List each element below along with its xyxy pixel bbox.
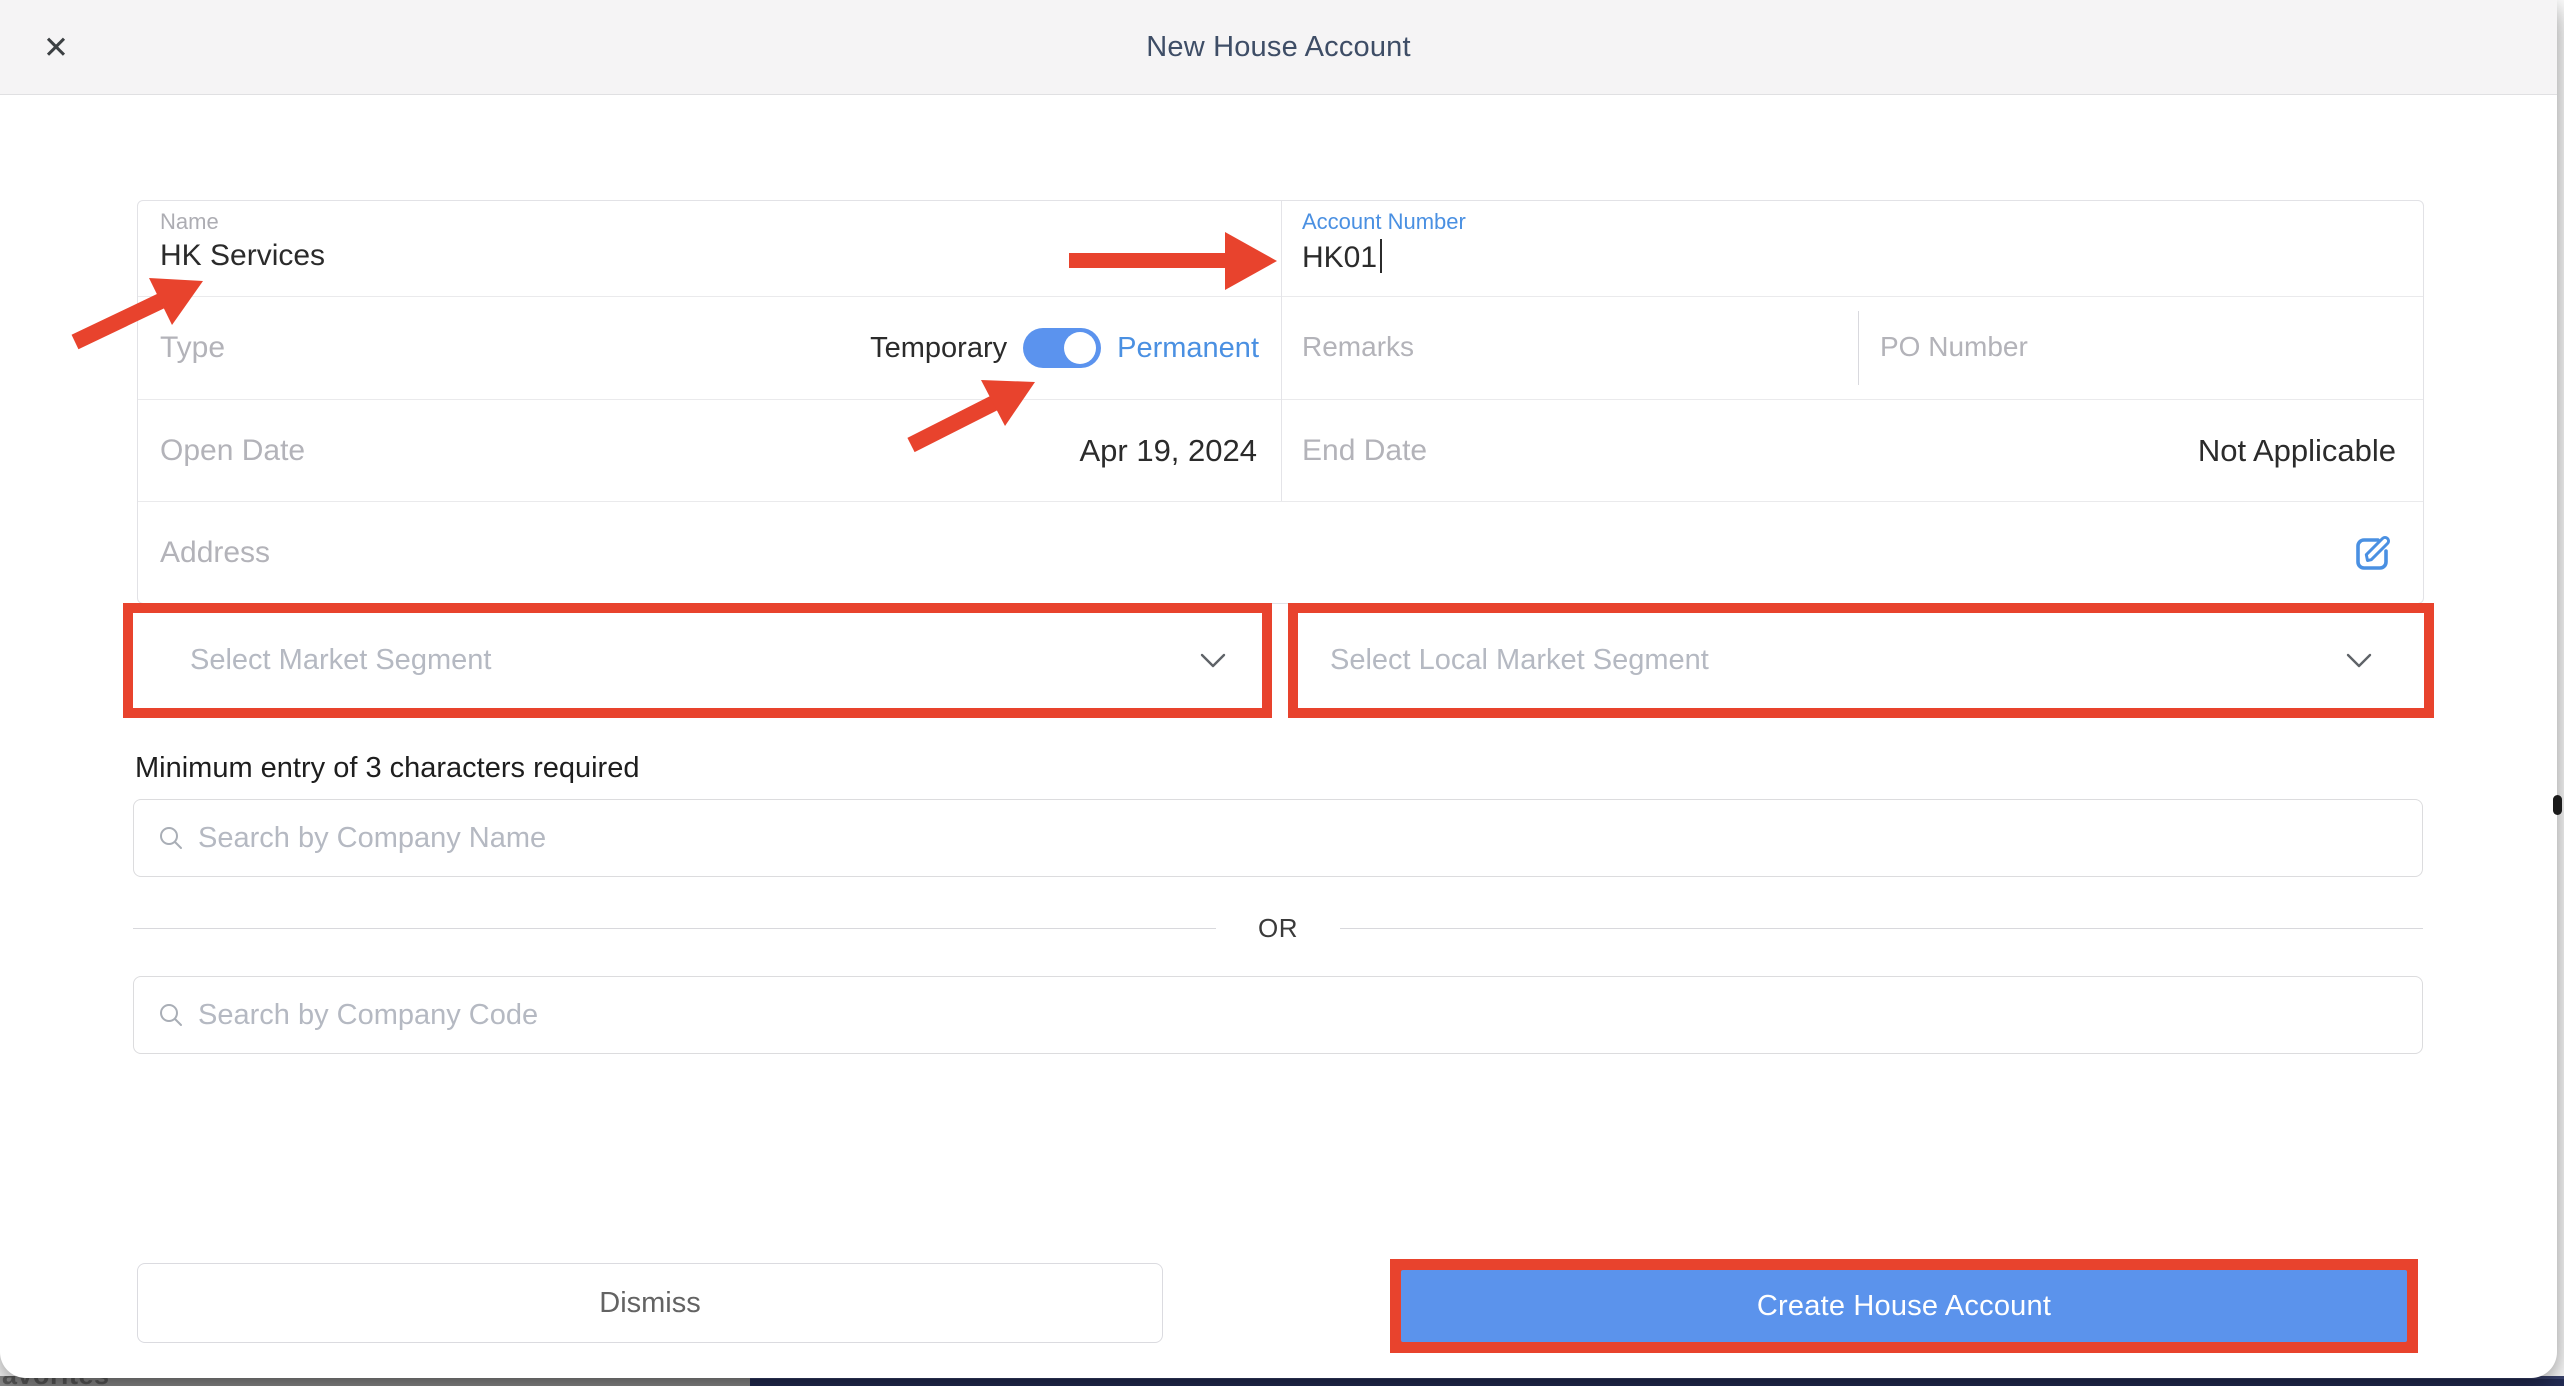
create-house-account-button[interactable]: Create House Account bbox=[1401, 1270, 2407, 1342]
divider-line bbox=[1340, 928, 2423, 929]
remarks-po-row: Remarks PO Number bbox=[1282, 297, 2422, 399]
end-date-label: End Date bbox=[1302, 434, 1427, 468]
po-number-field[interactable]: PO Number bbox=[1880, 331, 2028, 363]
company-name-search-input[interactable] bbox=[196, 821, 2402, 856]
account-number-label: Account Number bbox=[1302, 211, 2402, 233]
company-name-search[interactable] bbox=[133, 799, 2423, 877]
divider-line bbox=[133, 928, 1216, 929]
search-icon bbox=[158, 1002, 184, 1028]
address-label: Address bbox=[160, 536, 270, 570]
market-segment-dropdown[interactable]: Select Market Segment bbox=[133, 613, 1262, 708]
remarks-field[interactable]: Remarks bbox=[1302, 331, 1414, 363]
dismiss-button[interactable]: Dismiss bbox=[137, 1263, 1163, 1343]
name-label: Name bbox=[160, 211, 1259, 233]
account-number-value: HK01 bbox=[1302, 239, 2402, 275]
chevron-down-icon bbox=[2346, 653, 2372, 669]
name-field[interactable]: Name HK Services bbox=[138, 201, 1281, 296]
open-date-value: Apr 19, 2024 bbox=[1079, 433, 1257, 469]
end-date-field: End Date Not Applicable bbox=[1282, 400, 2422, 501]
type-toggle[interactable] bbox=[1023, 328, 1101, 368]
chevron-down-icon bbox=[1200, 653, 1226, 669]
dismiss-button-label: Dismiss bbox=[599, 1287, 701, 1320]
permanent-label: Permanent bbox=[1117, 332, 1259, 365]
toggle-knob bbox=[1064, 332, 1096, 364]
highlight-frame-create-button: Create House Account bbox=[1390, 1259, 2418, 1353]
local-market-segment-placeholder: Select Local Market Segment bbox=[1330, 644, 1709, 677]
local-market-segment-dropdown[interactable]: Select Local Market Segment bbox=[1298, 613, 2424, 708]
page-scrollbar-thumb[interactable] bbox=[2553, 795, 2562, 815]
remarks-po-divider bbox=[1858, 311, 1859, 385]
highlight-frame-local-market-segment: Select Local Market Segment bbox=[1288, 603, 2434, 718]
create-button-label: Create House Account bbox=[1757, 1290, 2051, 1323]
type-toggle-group: Temporary Permanent bbox=[870, 328, 1259, 368]
address-row: Address bbox=[138, 502, 2421, 603]
text-cursor bbox=[1380, 239, 1382, 273]
type-row: Type Temporary Permanent bbox=[138, 297, 1281, 399]
dialog-header: ✕ New House Account bbox=[0, 0, 2557, 95]
company-code-search-input[interactable] bbox=[196, 998, 2402, 1033]
search-icon bbox=[158, 825, 184, 851]
account-number-field[interactable]: Account Number HK01 bbox=[1282, 201, 2422, 296]
or-divider: OR bbox=[133, 911, 2423, 945]
open-date-label: Open Date bbox=[160, 434, 305, 468]
temporary-label: Temporary bbox=[870, 332, 1007, 365]
edit-address-icon[interactable] bbox=[2351, 531, 2395, 575]
company-code-search[interactable] bbox=[133, 976, 2423, 1054]
name-value: HK Services bbox=[160, 239, 1259, 273]
account-details-card: Name HK Services Account Number HK01 Typ… bbox=[137, 200, 2424, 604]
open-date-field[interactable]: Open Date Apr 19, 2024 bbox=[138, 400, 1281, 501]
end-date-value: Not Applicable bbox=[2198, 433, 2396, 469]
min-entry-note: Minimum entry of 3 characters required bbox=[135, 752, 639, 785]
dialog-title: New House Account bbox=[0, 0, 2557, 94]
highlight-frame-market-segment: Select Market Segment bbox=[123, 603, 1272, 718]
type-label: Type bbox=[160, 331, 225, 365]
market-segment-placeholder: Select Market Segment bbox=[190, 644, 491, 677]
new-house-account-dialog: ✕ New House Account Name HK Services Acc… bbox=[0, 0, 2557, 1378]
or-label: OR bbox=[1258, 913, 1298, 944]
